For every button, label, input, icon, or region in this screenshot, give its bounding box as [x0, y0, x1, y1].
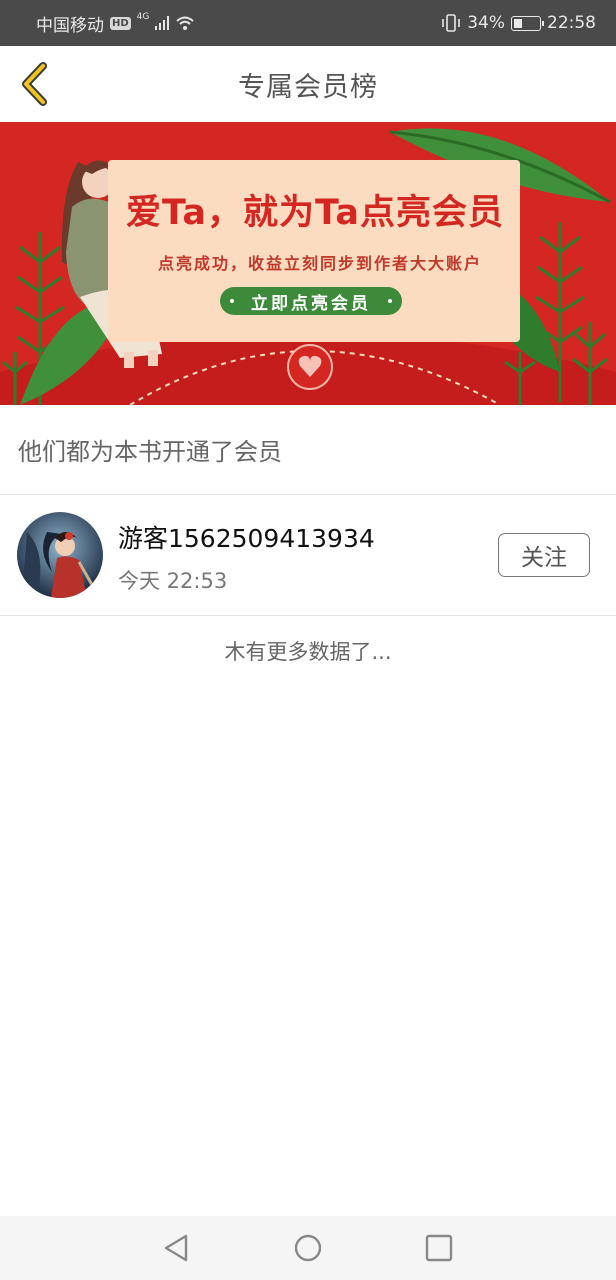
- signal-icon: [155, 16, 170, 30]
- network-type: 4G: [136, 12, 150, 22]
- list-item[interactable]: 游客1562509413934 今天 22:53 关注: [0, 495, 616, 616]
- avatar[interactable]: [17, 512, 103, 598]
- section-title: 他们都为本书开通了会员: [18, 438, 282, 466]
- system-nav-bar: [0, 1216, 616, 1280]
- battery-level: [514, 18, 523, 28]
- avatar-image: [17, 512, 103, 598]
- wifi-icon: [176, 16, 195, 30]
- back-triangle-icon[interactable]: [160, 1232, 192, 1264]
- clock: 22:58: [547, 13, 596, 33]
- carrier-name: 中国移动: [36, 15, 104, 36]
- status-right: 34% 22:58: [441, 13, 596, 33]
- banner-subtitle: 点亮成功，收益立刻同步到作者大大账户: [157, 254, 482, 273]
- page-title: 专属会员榜: [238, 71, 378, 103]
- vibrate-icon: [442, 14, 461, 32]
- no-more-data-text: 木有更多数据了...: [224, 640, 392, 664]
- chevron-left-icon: [22, 62, 47, 106]
- member-time: 今天 22:53: [118, 569, 228, 593]
- home-circle-icon[interactable]: [292, 1232, 324, 1264]
- status-bar: 中国移动 HD 4G 34% 22:58: [0, 0, 616, 46]
- battery-icon: [511, 15, 544, 31]
- status-left: 中国移动 HD 4G: [36, 11, 195, 36]
- nav-bar: 专属会员榜: [0, 46, 616, 122]
- back-button[interactable]: [14, 60, 54, 108]
- recents-square-icon[interactable]: [423, 1232, 455, 1264]
- battery-percent: 34%: [467, 13, 505, 33]
- hd-badge: HD: [110, 16, 131, 30]
- follow-button[interactable]: 关注: [498, 533, 590, 577]
- membership-banner[interactable]: 爱Ta，就为Ta点亮会员 点亮成功，收益立刻同步到作者大大账户 立即点亮会员: [0, 122, 616, 405]
- light-up-membership-button[interactable]: 立即点亮会员: [220, 287, 402, 315]
- members-section-header: 他们都为本书开通了会员: [0, 405, 616, 495]
- banner-headline: 爱Ta，就为Ta点亮会员: [126, 193, 504, 233]
- member-name: 游客1562509413934: [118, 524, 375, 553]
